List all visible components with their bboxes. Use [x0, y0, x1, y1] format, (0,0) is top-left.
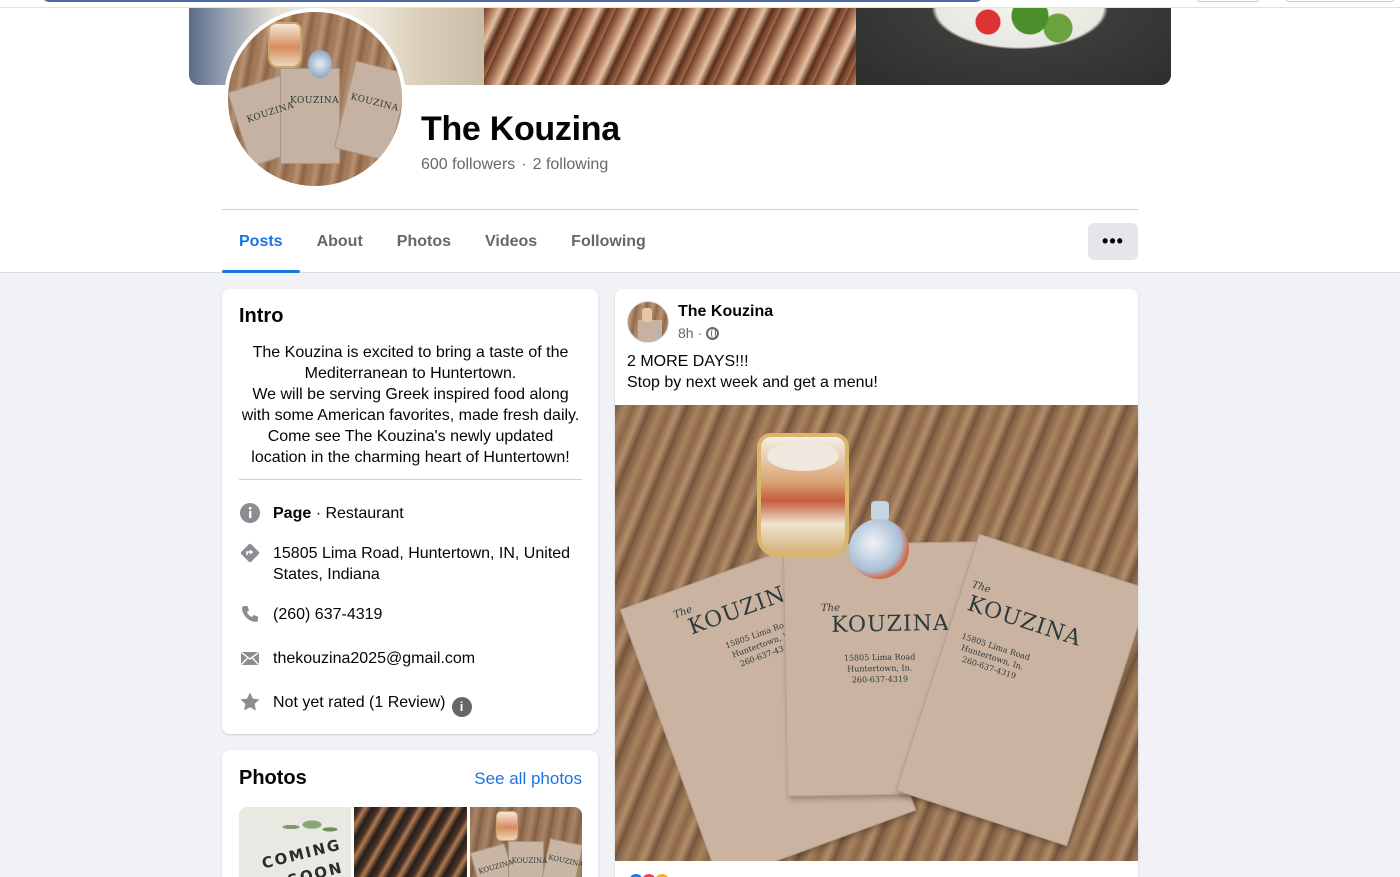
rating-text: Not yet rated (1 Review)	[273, 694, 446, 711]
page-title: The Kouzina	[421, 110, 620, 148]
photo-thumbnail[interactable]	[354, 807, 467, 877]
post-text: 2 MORE DAYS!!! Stop by next week and get…	[627, 353, 878, 391]
see-all-photos-link[interactable]: See all photos	[474, 769, 582, 789]
intro-card: Intro The Kouzina is excited to bring a …	[222, 289, 598, 734]
directions-icon	[239, 542, 261, 564]
info-phone[interactable]: (260) 637-4319	[239, 604, 584, 625]
rating-info-icon[interactable]: i	[451, 696, 472, 717]
photo-thumbnail[interactable]: COMING SOON	[239, 807, 352, 877]
tab-following[interactable]: Following	[554, 214, 663, 272]
followers-link[interactable]: 600 followers	[421, 156, 515, 174]
menu-address-text: 15805 Lima Road Huntertown, In. 260-637-…	[843, 652, 916, 685]
post-timestamp[interactable]: 8h	[678, 325, 694, 341]
tab-photos[interactable]: Photos	[380, 214, 468, 272]
star-icon	[239, 691, 261, 713]
photo-grid: COMING SOON KOUZINA KOUZINA KOUZINA	[239, 807, 582, 877]
thumb-menu-text: KOUZINA	[511, 857, 548, 865]
tab-about[interactable]: About	[300, 214, 380, 272]
info-icon	[239, 502, 261, 524]
intro-bio: The Kouzina is excited to bring a taste …	[241, 344, 580, 466]
search-bar[interactable]	[40, 0, 985, 2]
phone-text[interactable]: (260) 637-4319	[273, 604, 584, 625]
photo-thumbnail[interactable]: KOUZINA KOUZINA KOUZINA	[469, 807, 582, 877]
globe-icon	[706, 326, 720, 340]
stats-separator: ·	[521, 156, 527, 173]
intro-divider	[239, 479, 582, 480]
avatar-menu-text: KOUZINA	[290, 96, 340, 106]
cover-photo-segment	[856, 8, 1171, 85]
phone-icon	[239, 603, 261, 625]
menu-address-text: 15805 Lima Road Huntertown, In. 260-637-…	[960, 631, 1032, 681]
post-author-name[interactable]: The Kouzina	[678, 303, 773, 321]
page-category: · Restaurant	[311, 505, 404, 522]
post-meta: 8h ·	[678, 325, 720, 341]
nav-button[interactable]	[1196, 0, 1260, 2]
care-reaction-icon	[653, 872, 671, 877]
profile-picture[interactable]: KOUZINA KOUZINA KOUZINA	[224, 8, 406, 190]
menu-brand-text: KOUZINA	[831, 610, 950, 638]
tab-posts[interactable]: Posts	[222, 214, 300, 273]
post-author-avatar[interactable]	[627, 301, 669, 343]
nav-button[interactable]	[1285, 0, 1395, 2]
header-divider	[222, 209, 1138, 210]
address-text[interactable]: 15805 Lima Road, Huntertown, IN, United …	[273, 543, 584, 585]
info-address[interactable]: 15805 Lima Road, Huntertown, IN, United …	[239, 543, 584, 585]
info-email[interactable]: thekouzina2025@gmail.com	[239, 648, 584, 669]
mail-icon	[239, 647, 261, 669]
page-stats: 600 followers · 2 following	[421, 156, 608, 174]
reaction-icons[interactable]	[627, 872, 671, 877]
tab-videos[interactable]: Videos	[468, 214, 554, 272]
meta-separator: ·	[697, 325, 703, 341]
profile-header: KOUZINA KOUZINA KOUZINA The Kouzina 600 …	[0, 8, 1400, 273]
info-page-category: Page · Restaurant	[239, 503, 584, 524]
post-photo[interactable]: The KOUZINA 15805 Lima Road Huntertown, …	[615, 405, 1138, 861]
top-navigation-bar	[0, 0, 1400, 8]
post-card: The Kouzina 8h · 2 MORE DAYS!!! Stop by …	[615, 289, 1138, 877]
page-label: Page	[273, 505, 312, 522]
cover-photo-segment	[484, 8, 856, 85]
intro-title: Intro	[239, 305, 284, 327]
vase-object	[849, 501, 909, 581]
profile-tabs: Posts About Photos Videos Following	[222, 214, 663, 273]
photos-title: Photos	[239, 767, 307, 789]
cup-object	[757, 433, 849, 557]
more-options-button[interactable]: •••	[1088, 223, 1138, 260]
email-text[interactable]: thekouzina2025@gmail.com	[273, 648, 584, 669]
photos-card: Photos See all photos COMING SOON KOUZIN…	[222, 750, 598, 877]
info-rating: Not yet rated (1 Review) i	[239, 692, 584, 717]
following-link[interactable]: 2 following	[533, 156, 609, 174]
